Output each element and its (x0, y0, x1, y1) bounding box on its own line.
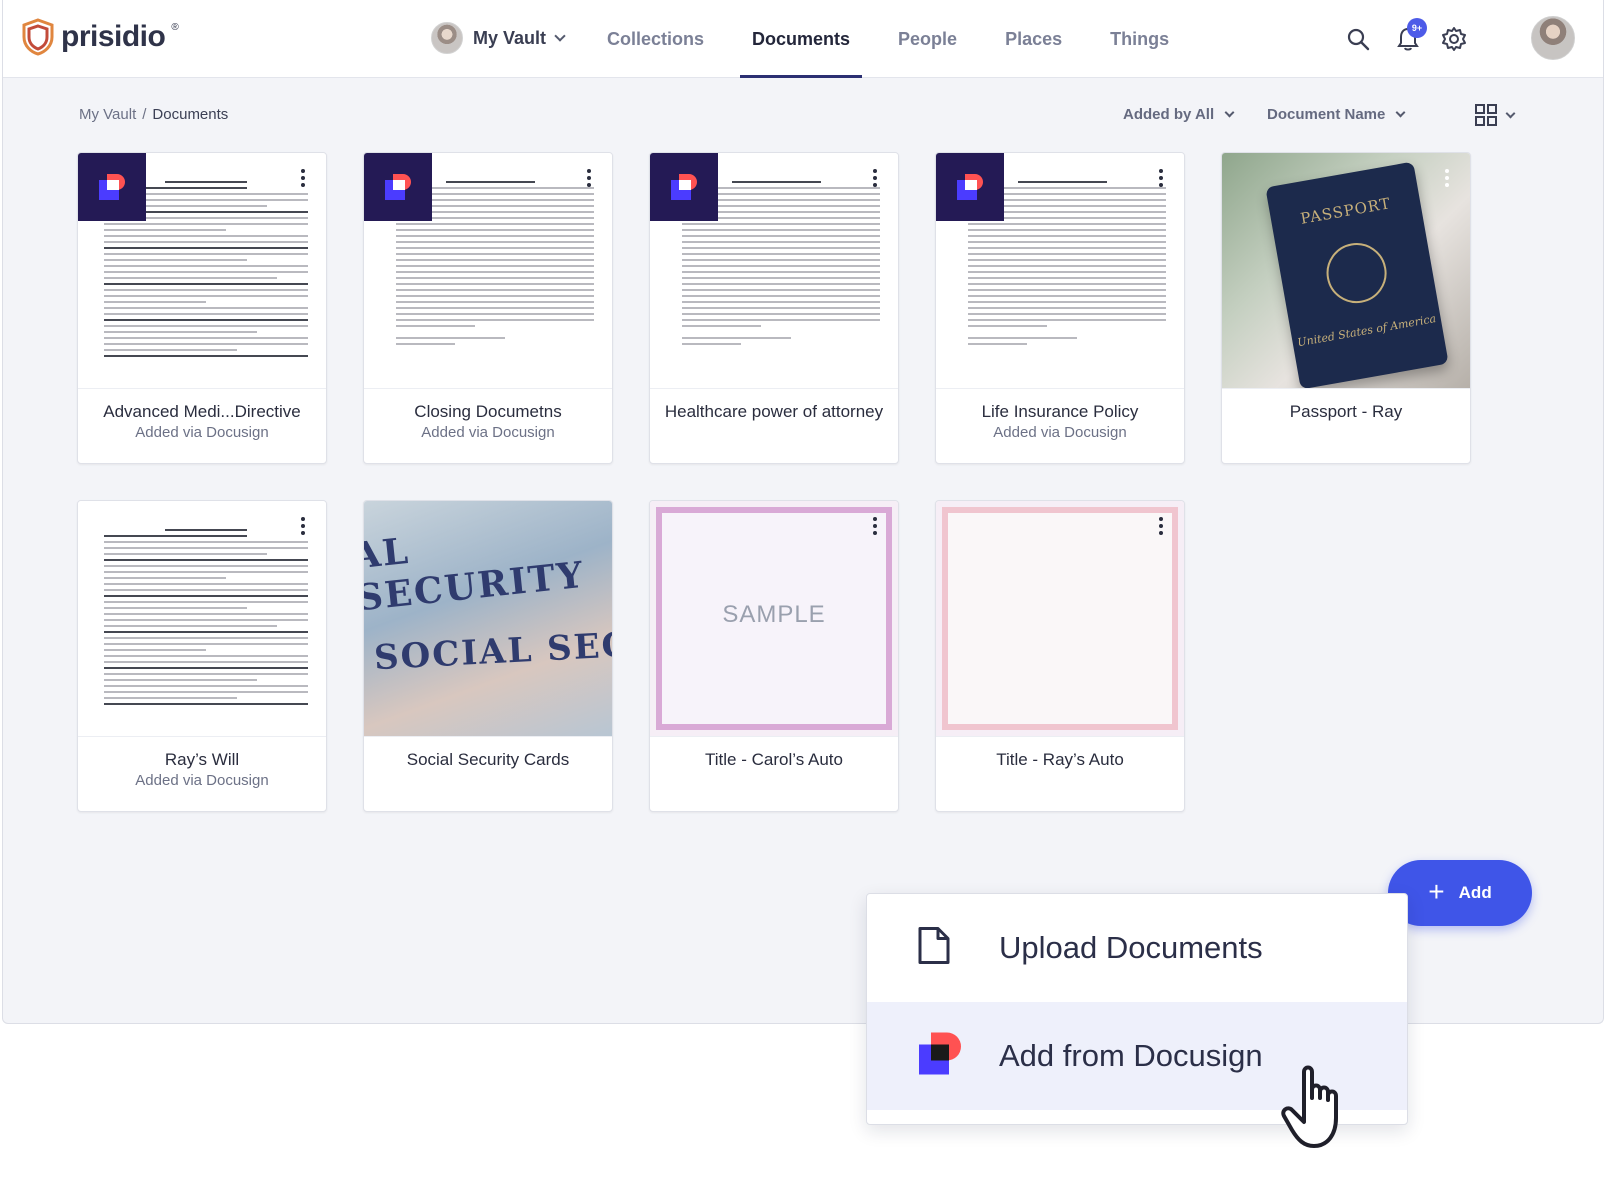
document-title: Title - Carol’s Auto (705, 750, 843, 769)
document-title: Ray’s Will (164, 750, 240, 769)
ssc-card-text: SOCIAL SEC (373, 624, 612, 679)
sort-dropdown-label: Document Name (1267, 106, 1386, 123)
menu-item-label: Add from Docusign (999, 1038, 1263, 1073)
notifications-button[interactable]: 9+ (1391, 18, 1427, 56)
more-options-icon[interactable] (300, 517, 306, 535)
docusign-icon (385, 174, 411, 200)
vehicle-title-thumbnail (936, 501, 1184, 737)
prisidio-logo[interactable]: prisidio ® (21, 18, 179, 56)
add-button[interactable]: + Add (1388, 860, 1532, 926)
ssc-card-text: AL SECURITY (364, 529, 587, 620)
add-button-label: Add (1458, 883, 1492, 902)
app-window: prisidio ® My Vault Collections Document… (2, 0, 1604, 1024)
tab-collections[interactable]: Collections (583, 0, 728, 78)
vault-avatar (431, 22, 463, 54)
sort-dropdown[interactable]: Document Name (1267, 106, 1406, 123)
vehicle-title-thumbnail: SAMPLE (650, 501, 898, 737)
document-title: Healthcare power of attorney (664, 402, 884, 421)
passport-book: PASSPORT United States of America (1265, 161, 1449, 388)
vault-label: My Vault (473, 27, 547, 48)
chevron-down-icon (1505, 108, 1516, 118)
file-icon (917, 926, 951, 971)
brand-name: prisidio (61, 20, 166, 53)
document-card[interactable]: Advanced Medi...Directive Added via Docu… (77, 152, 327, 464)
hand-pointer-icon (1280, 1060, 1360, 1161)
more-options-icon[interactable] (872, 169, 878, 187)
docusign-badge (78, 153, 146, 221)
docusign-icon (99, 174, 125, 200)
notification-badge: 9+ (1407, 18, 1427, 38)
document-thumbnail (78, 153, 326, 389)
grid-view-icon (1475, 104, 1497, 126)
document-source: Added via Docusign (421, 424, 555, 441)
document-title: Title - Ray’s Auto (996, 750, 1124, 769)
more-options-icon[interactable] (586, 169, 592, 187)
chevron-down-icon (554, 30, 566, 42)
passport-cover-title: PASSPORT (1299, 194, 1393, 228)
passport-photo: PASSPORT United States of America (1222, 153, 1470, 389)
document-thumbnail (364, 153, 612, 389)
plus-icon: + (1428, 875, 1445, 907)
document-card[interactable]: Ray’s Will Added via Docusign (77, 500, 327, 812)
document-card[interactable]: AL SECURITY SOCIAL SEC Social Security C… (363, 500, 613, 812)
more-options-icon[interactable] (1158, 517, 1164, 535)
document-thumbnail (78, 501, 326, 737)
more-options-icon[interactable] (1444, 169, 1450, 187)
passport-cover-country: United States of America (1296, 312, 1438, 350)
added-by-filter[interactable]: Added by All (1123, 106, 1235, 123)
user-avatar[interactable] (1531, 16, 1575, 60)
menu-item-label: Upload Documents (999, 930, 1263, 965)
document-card[interactable]: Title - Ray’s Auto (935, 500, 1185, 812)
document-source: Added via Docusign (135, 424, 269, 441)
document-title: Passport - Ray (1289, 402, 1403, 421)
breadcrumb-root[interactable]: My Vault (79, 106, 136, 123)
tab-places[interactable]: Places (981, 0, 1086, 78)
more-options-icon[interactable] (1158, 169, 1164, 187)
document-title: Social Security Cards (406, 750, 570, 769)
document-title: Advanced Medi...Directive (103, 402, 301, 421)
passport-seal-icon (1321, 238, 1392, 308)
search-icon (1347, 28, 1370, 51)
top-navigation-bar: prisidio ® My Vault Collections Document… (3, 0, 1603, 78)
vault-selector[interactable]: My Vault (431, 22, 566, 54)
document-source: Added via Docusign (993, 424, 1127, 441)
tab-people[interactable]: People (874, 0, 981, 78)
document-card[interactable]: PASSPORT United States of America Passpo… (1221, 152, 1471, 464)
docusign-icon (671, 174, 697, 200)
document-source: Added via Docusign (135, 772, 269, 789)
document-card[interactable]: SAMPLE Title - Carol’s Auto (649, 500, 899, 812)
menu-item-upload-documents[interactable]: Upload Documents (867, 894, 1407, 1002)
tab-documents[interactable]: Documents (728, 0, 874, 78)
document-card[interactable]: Closing Documetns Added via Docusign (363, 152, 613, 464)
chevron-down-icon (1395, 107, 1406, 118)
more-options-icon[interactable] (300, 169, 306, 187)
main-tabs: Collections Documents People Places Thin… (583, 0, 1193, 78)
settings-button[interactable] (1437, 22, 1471, 56)
document-title: Closing Documetns (414, 402, 562, 421)
more-options-icon[interactable] (872, 517, 878, 535)
added-by-filter-label: Added by All (1123, 106, 1215, 123)
document-card[interactable]: Healthcare power of attorney (649, 152, 899, 464)
search-button[interactable] (1341, 22, 1375, 56)
breadcrumb: My Vault / Documents (79, 106, 228, 123)
document-card[interactable]: Life Insurance Policy Added via Docusign (935, 152, 1185, 464)
document-thumbnail (936, 153, 1184, 389)
social-security-photo: AL SECURITY SOCIAL SEC (364, 501, 612, 737)
prisidio-shield-icon (22, 18, 54, 56)
document-title: Life Insurance Policy (981, 402, 1139, 421)
breadcrumb-current: Documents (152, 106, 229, 123)
docusign-icon (957, 174, 983, 200)
sample-watermark: SAMPLE (722, 601, 826, 628)
chevron-down-icon (1224, 107, 1235, 118)
document-thumbnail (650, 153, 898, 389)
docusign-icon (917, 1031, 963, 1082)
docusign-badge (364, 153, 432, 221)
gear-icon (1442, 27, 1466, 51)
docusign-badge (650, 153, 718, 221)
breadcrumb-separator: / (142, 106, 147, 123)
tab-things[interactable]: Things (1086, 0, 1193, 78)
brand-registered-mark: ® (171, 21, 179, 33)
docusign-badge (936, 153, 1004, 221)
view-toggle[interactable] (1475, 104, 1516, 126)
